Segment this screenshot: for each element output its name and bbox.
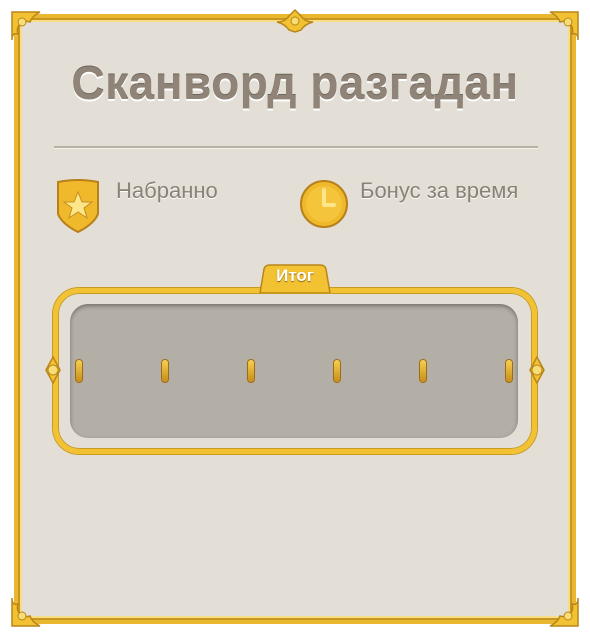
result-slot (420, 360, 426, 382)
result-slot (162, 360, 168, 382)
dialog-title: Сканворд разгадан (71, 57, 519, 109)
stat-label-score: Набранно (116, 178, 218, 203)
corner-ornament-top-left (10, 10, 56, 56)
corner-ornament-bottom-left (10, 582, 56, 628)
result-slot (76, 360, 82, 382)
stat-label-time-bonus: Бонус за время (360, 178, 519, 203)
corner-ornament-top-right (534, 10, 580, 56)
result-tab-label: Итог (276, 266, 314, 285)
result-slot (506, 360, 512, 382)
right-side-ornament (522, 355, 552, 385)
result-display (70, 304, 518, 438)
result-slot (248, 360, 254, 382)
left-side-ornament (38, 355, 68, 385)
corner-ornament-bottom-right (534, 582, 580, 628)
clock-icon (298, 178, 350, 230)
result-slot (334, 360, 340, 382)
title-divider (54, 146, 538, 149)
star-shield-icon (54, 178, 102, 234)
top-center-ornament (275, 8, 315, 34)
